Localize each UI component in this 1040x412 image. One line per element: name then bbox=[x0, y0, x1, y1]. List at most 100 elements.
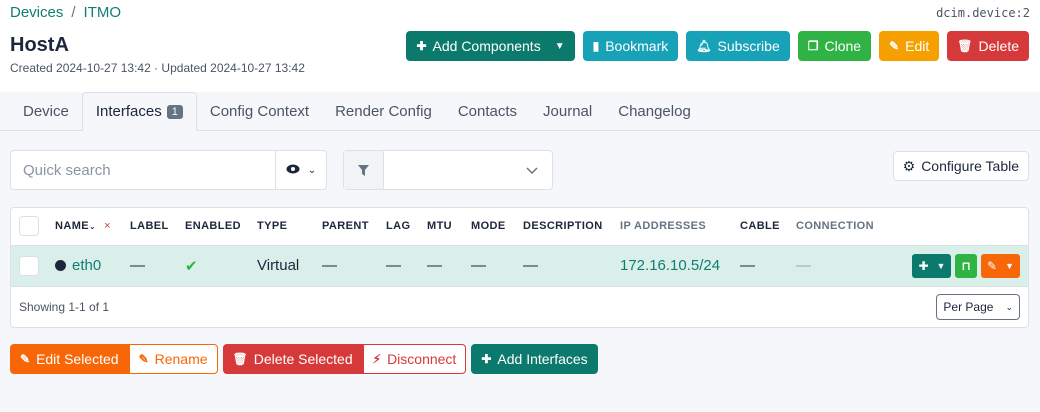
tab-changelog[interactable]: Changelog bbox=[605, 92, 704, 131]
bookmark-button[interactable]: ▮ Bookmark bbox=[582, 31, 679, 61]
chevron-down-icon: ▼ bbox=[554, 40, 565, 52]
cell-ip-addresses: 172.16.10.5/24 bbox=[620, 245, 740, 287]
cell-name: eth0 bbox=[55, 245, 130, 287]
pagination-summary: Showing 1-1 of 1 bbox=[19, 300, 110, 314]
breadcrumb-devices-link[interactable]: Devices bbox=[10, 4, 63, 21]
configure-table-button[interactable]: ⚙ Configure Table bbox=[892, 151, 1029, 181]
interface-name-link[interactable]: eth0 bbox=[72, 257, 101, 274]
interfaces-count-badge: 1 bbox=[166, 104, 183, 119]
disconnect-label: Disconnect bbox=[387, 351, 457, 367]
add-components-button[interactable]: ✚ Add Components ▼ bbox=[406, 31, 575, 61]
bookmark-label: Bookmark bbox=[605, 38, 669, 54]
tab-render-config[interactable]: Render Config bbox=[322, 92, 445, 131]
subscribe-label: Subscribe bbox=[717, 38, 780, 54]
interfaces-table: NAME⌄ × LABEL ENABLED TYPE PARENT LAG MTU… bbox=[11, 208, 1028, 287]
cell-connection-actions: — ✚ ▼ ⊓ ✎ ▼ bbox=[796, 245, 1028, 287]
configure-table-label: Configure Table bbox=[921, 158, 1019, 174]
rename-label: Rename bbox=[154, 351, 208, 367]
add-interfaces-button[interactable]: ✚ Add Interfaces bbox=[471, 344, 598, 374]
trash-icon: 🗑︎ bbox=[232, 352, 248, 366]
object-actions: ✚ Add Components ▼ ▮ Bookmark 🔔︎ Subscri… bbox=[406, 31, 1029, 61]
delete-group: 🗑︎ Delete Selected ⚡︎ Disconnect bbox=[222, 344, 467, 374]
cell-type: Virtual bbox=[257, 245, 322, 287]
edit-selected-button[interactable]: ✎ Edit Selected bbox=[10, 344, 129, 374]
column-visibility-button[interactable]: ⌄ bbox=[275, 151, 326, 189]
disconnect-button[interactable]: ⚡︎ Disconnect bbox=[362, 344, 467, 374]
cell-description: — bbox=[523, 245, 620, 287]
filter-dropdown[interactable] bbox=[384, 151, 552, 189]
tab-interfaces-label: Interfaces bbox=[95, 103, 162, 120]
tab-contacts[interactable]: Contacts bbox=[445, 92, 530, 131]
column-mode[interactable]: MODE bbox=[471, 208, 523, 246]
tab-device[interactable]: Device bbox=[10, 92, 82, 131]
per-page-select[interactable]: Per Page ⌄ bbox=[936, 294, 1020, 320]
column-lag[interactable]: LAG bbox=[386, 208, 427, 246]
gear-icon: ⚙ bbox=[902, 157, 916, 174]
bookmark-icon: ▮ bbox=[592, 39, 600, 53]
cell-parent: — bbox=[322, 245, 386, 287]
ethernet-icon: ⊓ bbox=[961, 258, 972, 273]
column-description[interactable]: DESCRIPTION bbox=[523, 208, 620, 246]
select-all-header bbox=[11, 208, 55, 246]
edit-selected-label: Edit Selected bbox=[36, 351, 119, 367]
checkmark-icon: ✔ bbox=[185, 257, 198, 275]
interfaces-table-card: NAME⌄ × LABEL ENABLED TYPE PARENT LAG MTU… bbox=[10, 207, 1029, 328]
row-checkbox[interactable] bbox=[19, 255, 39, 276]
column-parent[interactable]: PARENT bbox=[322, 208, 386, 246]
column-type[interactable]: TYPE bbox=[257, 208, 322, 246]
delete-selected-label: Delete Selected bbox=[253, 351, 353, 367]
edit-label: Edit bbox=[905, 38, 930, 54]
table-row: eth0 — ✔ Virtual — — — — — 172.16.10.5/2… bbox=[11, 245, 1028, 287]
trash-icon: 🗑︎ bbox=[957, 39, 973, 53]
subscribe-button[interactable]: 🔔︎ Subscribe bbox=[686, 31, 790, 61]
add-components-label: Add Components bbox=[432, 38, 541, 54]
edit-group: ✎ Edit Selected ✎ Rename bbox=[10, 344, 218, 374]
breadcrumb: Devices / ITMO bbox=[10, 4, 121, 21]
column-name[interactable]: NAME⌄ × bbox=[55, 208, 130, 246]
object-reference: dcim.device:2 bbox=[936, 6, 1030, 20]
column-label[interactable]: LABEL bbox=[130, 208, 185, 246]
row-actions: ✚ ▼ ⊓ ✎ ▼ bbox=[912, 253, 1028, 278]
column-connection: CONNECTION bbox=[796, 208, 1028, 246]
cell-cable: — bbox=[740, 245, 796, 287]
eye-icon bbox=[286, 164, 300, 177]
chevron-down-icon: ▼ bbox=[1005, 260, 1014, 271]
row-edit-button[interactable]: ✎ ▼ bbox=[981, 253, 1020, 278]
breadcrumb-site-link[interactable]: ITMO bbox=[84, 4, 122, 21]
column-cable[interactable]: CABLE bbox=[740, 208, 796, 246]
row-connect-button[interactable]: ⊓ bbox=[955, 253, 978, 278]
plus-icon: ✚ bbox=[416, 39, 427, 53]
tab-config-context[interactable]: Config Context bbox=[197, 92, 322, 131]
quick-search: ⌄ bbox=[10, 150, 327, 190]
quick-search-input[interactable] bbox=[11, 151, 275, 189]
column-enabled[interactable]: ENABLED bbox=[185, 208, 257, 246]
delete-selected-button[interactable]: 🗑︎ Delete Selected bbox=[222, 344, 363, 374]
ip-address-link[interactable]: 172.16.10.5/24 bbox=[620, 257, 720, 274]
pencil-icon: ✎ bbox=[20, 352, 31, 366]
cell-mode: — bbox=[471, 245, 523, 287]
chevron-down-icon: ▼ bbox=[936, 260, 946, 271]
filter-select bbox=[343, 150, 553, 190]
status-dot-icon bbox=[55, 260, 66, 271]
rename-button[interactable]: ✎ Rename bbox=[128, 344, 218, 374]
pencil-icon: ✎ bbox=[987, 258, 998, 273]
column-mtu[interactable]: MTU bbox=[427, 208, 471, 246]
edit-button[interactable]: ✎ Edit bbox=[879, 31, 940, 61]
select-all-checkbox[interactable] bbox=[19, 216, 39, 237]
clone-button[interactable]: ❐ Clone bbox=[797, 31, 872, 61]
delete-button[interactable]: 🗑︎ Delete bbox=[947, 31, 1029, 61]
clone-label: Clone bbox=[824, 38, 862, 54]
clear-sort-icon[interactable]: × bbox=[104, 220, 111, 232]
plus-icon: ✚ bbox=[481, 352, 492, 366]
bulk-actions: ✎ Edit Selected ✎ Rename 🗑︎ Delete Selec… bbox=[10, 344, 598, 374]
cell-enabled: ✔ bbox=[185, 245, 257, 287]
tab-journal[interactable]: Journal bbox=[530, 92, 605, 131]
cell-connection: — bbox=[796, 257, 811, 274]
pencil-icon: ✎ bbox=[889, 39, 900, 53]
chevron-down-icon: ⌄ bbox=[1005, 301, 1013, 312]
tab-interfaces[interactable]: Interfaces 1 bbox=[81, 92, 197, 131]
page-title: HostA bbox=[10, 34, 69, 56]
chevron-down-icon bbox=[526, 162, 538, 178]
row-add-button[interactable]: ✚ ▼ bbox=[912, 253, 952, 278]
cell-lag: — bbox=[386, 245, 427, 287]
